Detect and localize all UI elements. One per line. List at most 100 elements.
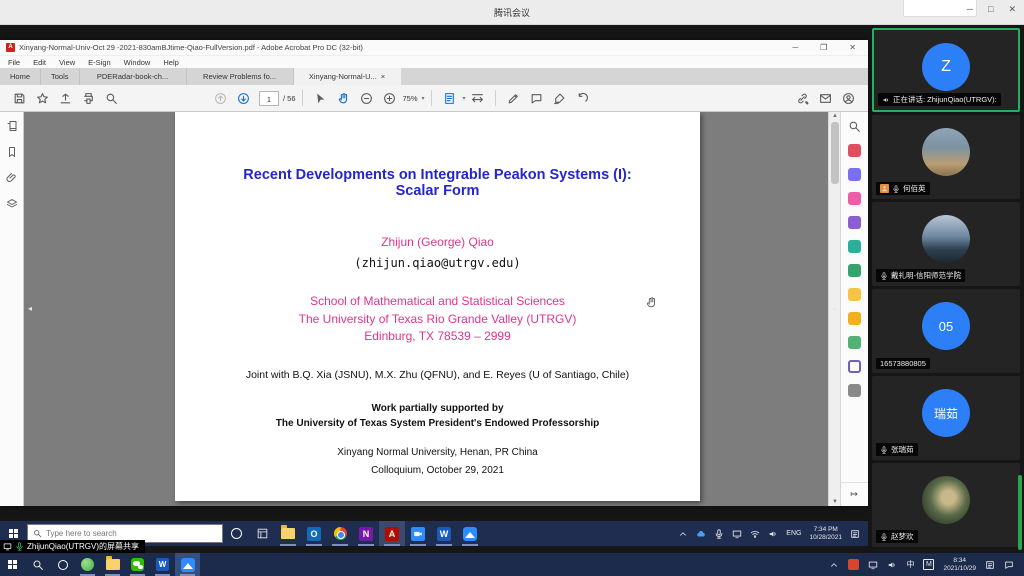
sidebar-scrollbar[interactable] <box>1018 475 1022 550</box>
network-icon[interactable] <box>868 560 878 570</box>
page-thumbnails-icon[interactable] <box>6 120 18 132</box>
page-display-caret-icon[interactable]: ▾ <box>463 95 466 102</box>
rotate-tools-icon[interactable] <box>576 92 589 105</box>
language-indicator[interactable]: ENG <box>786 530 801 537</box>
ime-keyboard-icon[interactable]: M <box>923 559 934 570</box>
page-number-input[interactable]: 1 <box>259 91 279 106</box>
find-icon[interactable] <box>105 92 118 105</box>
share-upload-icon[interactable] <box>59 92 72 105</box>
tray-chevron-icon[interactable] <box>678 529 688 539</box>
ime-mode-indicator[interactable]: 中 <box>906 559 914 570</box>
next-page-icon[interactable] <box>237 92 250 105</box>
protect-icon[interactable] <box>848 360 861 373</box>
participant-tile-6[interactable]: 赵梦欢 <box>872 463 1020 547</box>
acrobat-taskbar-icon[interactable]: A <box>379 521 405 546</box>
highlight-pen-icon[interactable] <box>507 92 520 105</box>
comment-tray-icon[interactable] <box>1004 560 1014 570</box>
account-icon[interactable] <box>842 92 855 105</box>
scrollbar-thumb[interactable] <box>831 122 839 184</box>
save-icon[interactable] <box>13 92 26 105</box>
notification-center-icon[interactable] <box>850 529 860 539</box>
print-icon[interactable] <box>82 92 95 105</box>
search-input[interactable] <box>46 529 206 538</box>
bookmarks-icon[interactable] <box>6 146 18 158</box>
cortana-icon[interactable] <box>223 521 249 546</box>
create-pdf-icon[interactable] <box>848 240 861 253</box>
send-comments-icon[interactable] <box>848 288 861 301</box>
browser-app-icon[interactable] <box>75 553 100 576</box>
menu-file[interactable]: File <box>8 58 20 67</box>
cortana-icon[interactable] <box>50 553 75 576</box>
onenote-icon[interactable]: N <box>353 521 379 546</box>
taskbar-clock[interactable]: 7:34 PM 10/28/2021 <box>809 526 842 542</box>
attachments-icon[interactable] <box>6 172 18 184</box>
participant-tile-zhijunqiao[interactable]: Z 正在讲话: ZhijunQiao(UTRGV): <box>872 28 1020 112</box>
share-link-icon[interactable] <box>796 92 809 105</box>
task-view-icon[interactable] <box>249 521 275 546</box>
menu-help[interactable]: Help <box>163 58 178 67</box>
wifi-icon[interactable] <box>750 529 760 539</box>
search-icon[interactable] <box>25 553 50 576</box>
combine-files-icon[interactable] <box>848 264 861 277</box>
word-icon[interactable]: W <box>431 521 457 546</box>
acrobat-close-button[interactable]: ✕ <box>849 43 856 52</box>
tray-chevron-icon[interactable] <box>829 560 839 570</box>
word-icon[interactable]: W <box>150 553 175 576</box>
participant-tile-3[interactable]: 戴礼明-信阳师范学院 <box>872 202 1020 286</box>
wechat-icon[interactable] <box>125 553 150 576</box>
microphone-tray-icon[interactable] <box>714 529 724 539</box>
volume-icon[interactable] <box>887 560 897 570</box>
chrome-icon[interactable] <box>327 521 353 546</box>
tab-doc-xinyang-normal[interactable]: Xinyang-Normal-U... × <box>294 68 401 85</box>
previous-page-icon[interactable] <box>214 92 227 105</box>
start-button-icon[interactable] <box>9 529 18 538</box>
comment-icon[interactable] <box>530 92 543 105</box>
hand-tool-icon[interactable] <box>337 92 350 105</box>
tab-doc-review-problems[interactable]: Review Problems fo... <box>187 68 294 85</box>
outlook-icon[interactable]: O <box>301 521 327 546</box>
panel-expand-icon[interactable]: ↦ <box>840 482 868 500</box>
taskbar-clock[interactable]: 8:34 2021/10/29 <box>943 557 976 573</box>
menu-window[interactable]: Window <box>124 58 151 67</box>
more-tools-icon[interactable] <box>848 384 861 397</box>
zoom-caret-icon[interactable]: ▾ <box>422 95 425 102</box>
meeting-minimize-button[interactable]: ─ <box>967 4 973 15</box>
fill-sign-icon[interactable] <box>848 216 861 229</box>
participant-tile-5[interactable]: 瑞茹 张瑞茹 <box>872 376 1020 460</box>
participant-tile-2[interactable]: 何佰英 <box>872 115 1020 199</box>
search-tool-icon[interactable] <box>848 120 861 133</box>
email-icon[interactable] <box>819 92 832 105</box>
menu-edit[interactable]: Edit <box>33 58 46 67</box>
comment-tool-icon[interactable] <box>848 312 861 325</box>
start-button-icon[interactable] <box>0 553 25 576</box>
tab-home[interactable]: Home <box>0 68 41 85</box>
acrobat-minimize-button[interactable]: ─ <box>792 43 798 52</box>
right-panel-collapse-icon[interactable]: ◂ <box>832 304 836 313</box>
organize-pages-icon[interactable] <box>848 192 861 205</box>
favorite-star-icon[interactable] <box>36 92 49 105</box>
sign-icon[interactable] <box>553 92 566 105</box>
scan-ocr-icon[interactable] <box>848 336 861 349</box>
file-explorer-icon[interactable] <box>100 553 125 576</box>
fit-width-icon[interactable] <box>471 92 484 105</box>
menu-view[interactable]: View <box>59 58 75 67</box>
onedrive-icon[interactable] <box>696 529 706 539</box>
page-display-icon[interactable] <box>443 92 456 105</box>
zoom-level-select[interactable]: 75% <box>403 94 418 103</box>
export-pdf-icon[interactable] <box>848 144 861 157</box>
participant-tile-4[interactable]: 05 16573880805 <box>872 289 1020 373</box>
left-panel-collapse-icon[interactable]: ◂ <box>28 304 32 313</box>
video-meeting-app-icon[interactable] <box>405 521 431 546</box>
screen-share-tray-icon[interactable] <box>732 529 742 539</box>
meeting-maximize-button[interactable]: □ <box>988 4 993 15</box>
tab-close-icon[interactable]: × <box>381 72 385 81</box>
layers-icon[interactable] <box>6 198 18 210</box>
volume-icon[interactable] <box>768 529 778 539</box>
file-explorer-icon[interactable] <box>275 521 301 546</box>
tab-doc-pderadar[interactable]: PDERadar-book-ch... <box>80 68 187 85</box>
zoom-in-icon[interactable] <box>383 92 396 105</box>
note-tray-icon[interactable] <box>985 560 995 570</box>
acrobat-maximize-button[interactable]: ❐ <box>820 43 827 52</box>
select-tool-icon[interactable] <box>314 92 327 105</box>
tencent-meeting-app-icon[interactable] <box>175 553 200 576</box>
